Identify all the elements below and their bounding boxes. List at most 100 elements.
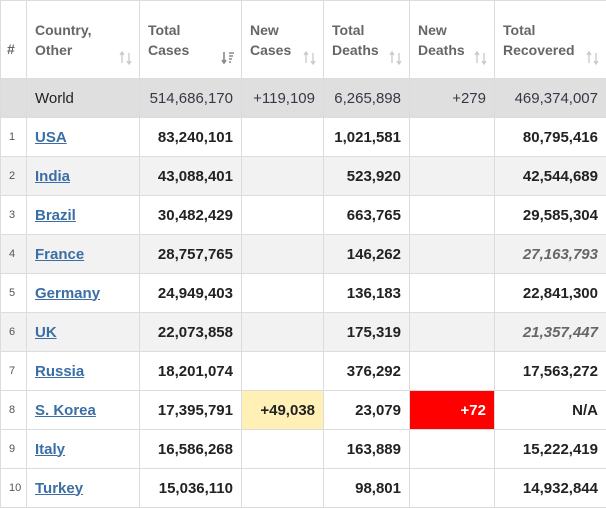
- country-link[interactable]: Germany: [35, 285, 100, 302]
- country-cell: Brazil: [27, 196, 140, 235]
- total-cases-cell: 28,757,765: [140, 235, 242, 274]
- sort-desc-icon[interactable]: [221, 51, 235, 65]
- total-recovered-cell: 15,222,419: [495, 430, 606, 469]
- country-link[interactable]: India: [35, 168, 70, 185]
- header-country-line1: Country,: [35, 20, 113, 40]
- total-recovered-cell: 42,544,689: [495, 157, 606, 196]
- table-row: 5 Germany 24,949,403 136,183 22,841,300: [1, 274, 606, 313]
- rank-cell: 5: [1, 274, 27, 313]
- new-cases-cell-highlighted: +49,038: [242, 391, 324, 430]
- header-total-recovered-line1: Total: [503, 20, 580, 40]
- total-cases-cell: 18,201,074: [140, 352, 242, 391]
- sort-arrows-icon[interactable]: [586, 51, 600, 65]
- country-cell: UK: [27, 313, 140, 352]
- header-total-recovered[interactable]: Total Recovered: [495, 1, 606, 79]
- country-cell: India: [27, 157, 140, 196]
- country-link[interactable]: S. Korea: [35, 402, 96, 419]
- new-deaths-cell: [410, 118, 495, 157]
- sort-arrows-icon[interactable]: [119, 51, 133, 65]
- new-cases-cell: [242, 313, 324, 352]
- header-rank[interactable]: #: [1, 1, 27, 79]
- table-row: 10 Turkey 15,036,110 98,801 14,932,844: [1, 469, 606, 508]
- country-link[interactable]: Brazil: [35, 207, 76, 224]
- new-deaths-cell: [410, 196, 495, 235]
- total-cases-cell: 83,240,101: [140, 118, 242, 157]
- rank-cell: 6: [1, 313, 27, 352]
- total-recovered-cell: 27,163,793: [495, 235, 606, 274]
- new-deaths-cell: [410, 157, 495, 196]
- total-deaths-cell: 163,889: [324, 430, 410, 469]
- table-row: 6 UK 22,073,858 175,319 21,357,447: [1, 313, 606, 352]
- header-new-deaths-line2: Deaths: [418, 40, 468, 60]
- sort-arrows-icon[interactable]: [474, 51, 488, 65]
- world-country-cell: World: [27, 79, 140, 118]
- country-cell: Turkey: [27, 469, 140, 508]
- header-total-cases-line2: Cases: [148, 40, 215, 60]
- country-link[interactable]: France: [35, 246, 84, 263]
- table-row: 8 S. Korea 17,395,791 +49,038 23,079 +72…: [1, 391, 606, 430]
- country-cell: S. Korea: [27, 391, 140, 430]
- world-new-cases: +119,109: [242, 79, 324, 118]
- header-total-cases[interactable]: Total Cases: [140, 1, 242, 79]
- total-deaths-cell: 663,765: [324, 196, 410, 235]
- header-new-cases-line1: New: [250, 20, 297, 40]
- country-cell: USA: [27, 118, 140, 157]
- sort-arrows-icon[interactable]: [389, 51, 403, 65]
- sort-arrows-icon[interactable]: [303, 51, 317, 65]
- table-row: 7 Russia 18,201,074 376,292 17,563,272: [1, 352, 606, 391]
- total-recovered-cell: 80,795,416: [495, 118, 606, 157]
- total-deaths-cell: 376,292: [324, 352, 410, 391]
- total-cases-cell: 30,482,429: [140, 196, 242, 235]
- world-new-deaths: +279: [410, 79, 495, 118]
- new-deaths-cell: [410, 430, 495, 469]
- world-total-recovered: 469,374,007: [495, 79, 606, 118]
- total-recovered-cell: 22,841,300: [495, 274, 606, 313]
- header-country[interactable]: Country, Other: [27, 1, 140, 79]
- new-cases-cell: [242, 469, 324, 508]
- total-recovered-cell: 21,357,447: [495, 313, 606, 352]
- header-new-cases[interactable]: New Cases: [242, 1, 324, 79]
- total-recovered-cell: 29,585,304: [495, 196, 606, 235]
- country-link[interactable]: Russia: [35, 363, 84, 380]
- header-new-deaths-line1: New: [418, 20, 468, 40]
- country-link[interactable]: USA: [35, 129, 67, 146]
- table-row: 4 France 28,757,765 146,262 27,163,793: [1, 235, 606, 274]
- table-row: 1 USA 83,240,101 1,021,581 80,795,416: [1, 118, 606, 157]
- rank-cell: 4: [1, 235, 27, 274]
- world-rank-cell: [1, 79, 27, 118]
- new-deaths-cell: [410, 235, 495, 274]
- header-total-deaths[interactable]: Total Deaths: [324, 1, 410, 79]
- total-recovered-cell: N/A: [495, 391, 606, 430]
- country-link[interactable]: UK: [35, 324, 57, 341]
- header-new-deaths[interactable]: New Deaths: [410, 1, 495, 79]
- header-new-cases-line2: Cases: [250, 40, 297, 60]
- total-cases-cell: 17,395,791: [140, 391, 242, 430]
- country-link[interactable]: Turkey: [35, 480, 83, 497]
- total-deaths-cell: 175,319: [324, 313, 410, 352]
- country-cell: Italy: [27, 430, 140, 469]
- total-cases-cell: 15,036,110: [140, 469, 242, 508]
- header-total-cases-line1: Total: [148, 20, 215, 40]
- header-total-deaths-line2: Deaths: [332, 40, 383, 60]
- covid-stats-table: # Country, Other Total Cases New Cases: [0, 0, 606, 508]
- table-header: # Country, Other Total Cases New Cases: [1, 1, 606, 79]
- header-total-deaths-line1: Total: [332, 20, 383, 40]
- world-total-cases: 514,686,170: [140, 79, 242, 118]
- rank-cell: 8: [1, 391, 27, 430]
- new-cases-cell: [242, 118, 324, 157]
- total-deaths-cell: 98,801: [324, 469, 410, 508]
- header-total-recovered-line2: Recovered: [503, 40, 580, 60]
- total-cases-cell: 16,586,268: [140, 430, 242, 469]
- new-cases-cell: [242, 352, 324, 391]
- new-cases-cell: [242, 274, 324, 313]
- rank-cell: 2: [1, 157, 27, 196]
- total-cases-cell: 43,088,401: [140, 157, 242, 196]
- total-recovered-cell: 17,563,272: [495, 352, 606, 391]
- total-deaths-cell: 1,021,581: [324, 118, 410, 157]
- new-deaths-cell: [410, 313, 495, 352]
- country-cell: France: [27, 235, 140, 274]
- new-deaths-cell: [410, 352, 495, 391]
- country-link[interactable]: Italy: [35, 441, 65, 458]
- world-total-deaths: 6,265,898: [324, 79, 410, 118]
- table-row: 9 Italy 16,586,268 163,889 15,222,419: [1, 430, 606, 469]
